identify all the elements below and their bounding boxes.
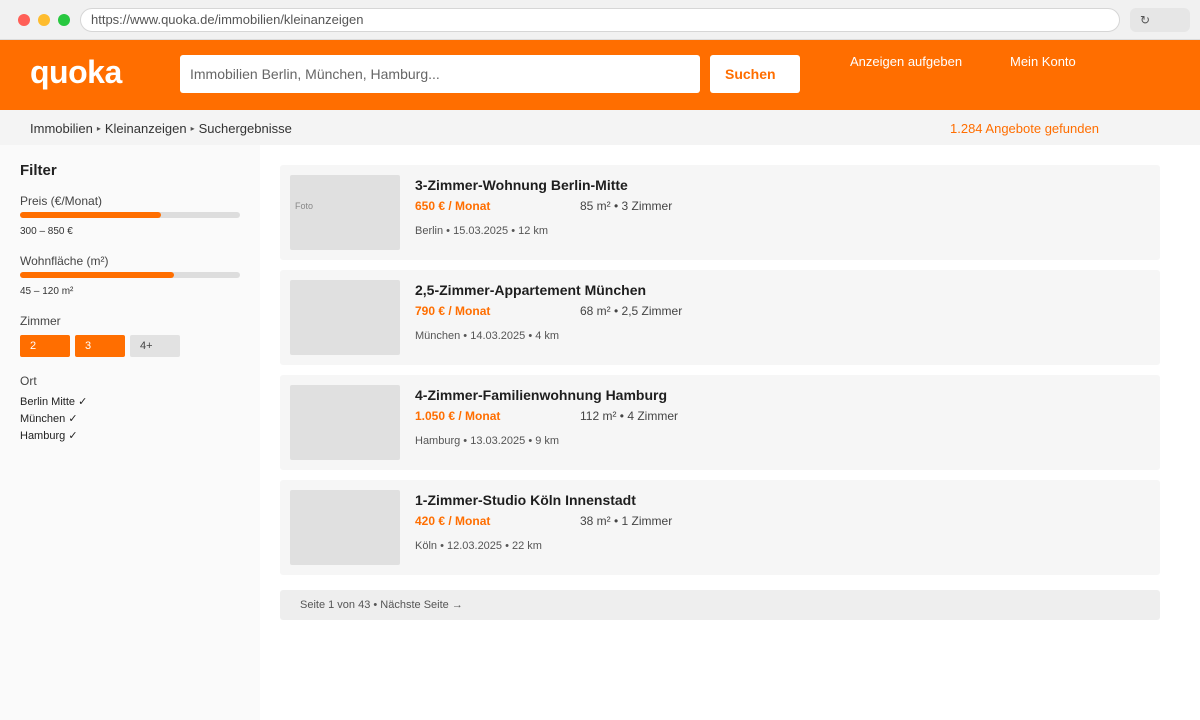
breadcrumb-item-kleinanzeigen[interactable]: Kleinanzeigen	[105, 121, 187, 136]
area-range-fill	[20, 272, 174, 278]
listing-price: 1.050 € / Monat	[415, 409, 501, 423]
breadcrumb-separator-icon: ▸	[96, 124, 101, 133]
listing-title[interactable]: 3-Zimmer-Wohnung Berlin-Mitte	[415, 177, 628, 193]
listing-title[interactable]: 1-Zimmer-Studio Köln Innenstadt	[415, 492, 636, 508]
post-ad-link[interactable]: Anzeigen aufgeben	[850, 54, 962, 69]
checkmark-icon: ✓	[68, 430, 78, 442]
result-count: 1.284 Angebote gefunden	[950, 121, 1099, 136]
location-filter-label: Ort	[20, 374, 37, 388]
listing-card[interactable]: 1-Zimmer-Studio Köln Innenstadt 420 € / …	[280, 480, 1160, 575]
photo-placeholder-label: Foto	[295, 201, 314, 211]
location-item-berlin-mitte[interactable]: Berlin Mitte ✓	[20, 395, 87, 408]
my-account-link[interactable]: Mein Konto	[1010, 54, 1076, 69]
listing-card[interactable]: 4-Zimmer-Familienwohnung Hamburg 1.050 €…	[280, 375, 1160, 470]
maximize-window-icon[interactable]	[58, 14, 70, 26]
filter-sidebar: Filter Preis (€/Monat) 300 – 850 € Wohnf…	[0, 145, 260, 720]
area-filter-label: Wohnfläche (m²)	[20, 254, 109, 268]
listing-specs: 68 m² • 2,5 Zimmer	[580, 304, 683, 318]
listing-card[interactable]: Foto 3-Zimmer-Wohnung Berlin-Mitte 650 €…	[280, 165, 1160, 260]
quoka-logo[interactable]: quoka	[30, 54, 122, 91]
browser-toolbar: https://www.quoka.de/immobilien/kleinanz…	[0, 0, 1200, 40]
listing-price: 790 € / Monat	[415, 304, 491, 318]
listing-photo[interactable]: Foto	[290, 175, 400, 250]
listing-photo[interactable]	[290, 385, 400, 460]
room-chip-2[interactable]: 2	[20, 335, 70, 357]
location-label: München	[20, 413, 66, 425]
breadcrumb-item-immobilien[interactable]: Immobilien	[30, 121, 93, 136]
listing-title[interactable]: 4-Zimmer-Familienwohnung Hamburg	[415, 387, 667, 403]
listing-meta: Köln • 12.03.2025 • 22 km	[415, 540, 542, 552]
listing-specs: 112 m² • 4 Zimmer	[580, 409, 678, 423]
filter-title: Filter	[20, 162, 57, 179]
listing-photo[interactable]	[290, 280, 400, 355]
breadcrumb-item-current: Suchergebnisse	[198, 121, 292, 136]
site-header: quoka Immobilien Berlin, München, Hambur…	[0, 40, 1200, 110]
search-button[interactable]: Suchen	[710, 55, 800, 93]
price-range-slider[interactable]	[20, 212, 240, 218]
location-item-muenchen[interactable]: München ✓	[20, 412, 78, 425]
price-range-fill	[20, 212, 161, 218]
area-range-value: 45 – 120 m²	[20, 286, 74, 297]
reload-icon[interactable]: ↻	[1130, 8, 1190, 32]
room-chip-4plus[interactable]: 4+	[130, 335, 180, 357]
location-label: Hamburg	[20, 430, 66, 442]
close-window-icon[interactable]	[18, 14, 30, 26]
search-input[interactable]: Immobilien Berlin, München, Hamburg...	[180, 55, 700, 93]
price-filter-label: Preis (€/Monat)	[20, 194, 103, 208]
location-item-hamburg[interactable]: Hamburg ✓	[20, 429, 78, 442]
listing-meta: Hamburg • 13.03.2025 • 9 km	[415, 435, 560, 447]
location-label: Berlin Mitte	[20, 396, 76, 408]
address-bar[interactable]: https://www.quoka.de/immobilien/kleinanz…	[80, 8, 1120, 32]
minimize-window-icon[interactable]	[38, 14, 50, 26]
listing-title[interactable]: 2,5-Zimmer-Appartement München	[415, 282, 646, 298]
breadcrumb: Immobilien ▸ Kleinanzeigen ▸ Suchergebnisse	[30, 121, 292, 136]
listing-photo[interactable]	[290, 490, 400, 565]
listing-price: 420 € / Monat	[415, 514, 491, 528]
price-range-value: 300 – 850 €	[20, 226, 73, 237]
pagination[interactable]: Seite 1 von 43 • Nächste Seite →	[280, 590, 1160, 620]
listing-card[interactable]: 2,5-Zimmer-Appartement München 790 € / M…	[280, 270, 1160, 365]
breadcrumb-bar: Immobilien ▸ Kleinanzeigen ▸ Suchergebnisse …	[0, 110, 1200, 145]
listing-meta: München • 14.03.2025 • 4 km	[415, 330, 560, 342]
rooms-filter-label: Zimmer	[20, 314, 61, 328]
listing-specs: 85 m² • 3 Zimmer	[580, 199, 673, 213]
listing-specs: 38 m² • 1 Zimmer	[580, 514, 673, 528]
listing-meta: Berlin • 15.03.2025 • 12 km	[415, 225, 549, 237]
area-range-slider[interactable]	[20, 272, 240, 278]
listing-price: 650 € / Monat	[415, 199, 491, 213]
checkmark-icon: ✓	[78, 396, 88, 408]
room-chip-3[interactable]: 3	[75, 335, 125, 357]
checkmark-icon: ✓	[68, 413, 78, 425]
breadcrumb-separator-icon: ▸	[190, 124, 195, 133]
